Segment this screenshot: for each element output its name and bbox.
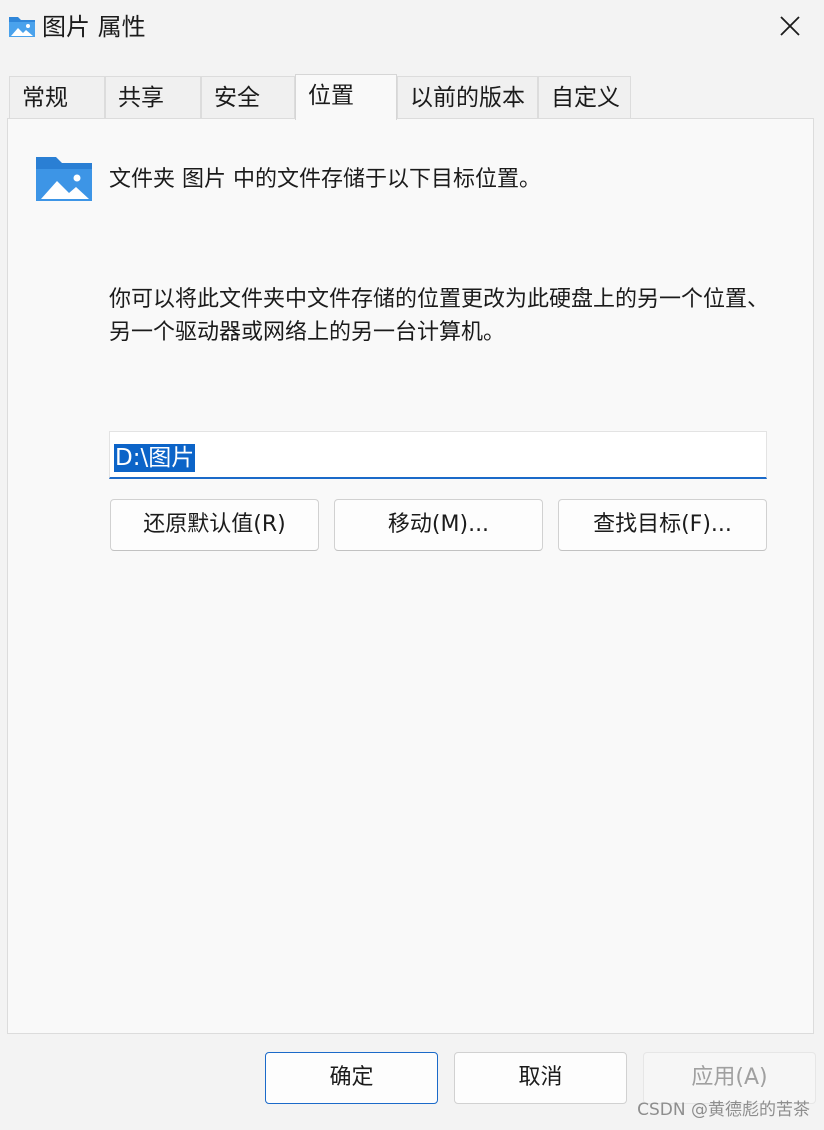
tab-general[interactable]: 常规 — [9, 76, 105, 118]
pictures-folder-icon — [8, 14, 36, 38]
move-button[interactable]: 移动(M)... — [334, 499, 543, 551]
ok-button[interactable]: 确定 — [265, 1052, 438, 1104]
tab-customize[interactable]: 自定义 — [538, 76, 631, 118]
pictures-folder-icon — [35, 155, 93, 203]
tab-previous-versions[interactable]: 以前的版本 — [397, 76, 538, 118]
target-path-value: D:\图片 — [114, 444, 196, 472]
location-intro-text: 文件夹 图片 中的文件存储于以下目标位置。 — [109, 167, 541, 192]
close-button[interactable] — [766, 6, 814, 50]
cancel-button[interactable]: 取消 — [454, 1052, 627, 1104]
location-panel: 文件夹 图片 中的文件存储于以下目标位置。 你可以将此文件夹中文件存储的位置更改… — [7, 118, 814, 1034]
target-path-input[interactable]: D:\图片 — [109, 431, 767, 479]
watermark-text: CSDN @黄德彪的苦茶 — [637, 1100, 810, 1120]
find-target-button[interactable]: 查找目标(F)... — [558, 499, 767, 551]
restore-default-button[interactable]: 还原默认值(R) — [110, 499, 319, 551]
tab-sharing[interactable]: 共享 — [105, 76, 201, 118]
location-description: 你可以将此文件夹中文件存储的位置更改为此硬盘上的另一个位置、另一个驱动器或网络上… — [109, 287, 770, 345]
tab-location[interactable]: 位置 — [295, 74, 397, 120]
window-title: 图片 属性 — [42, 13, 146, 41]
properties-dialog: 图片 属性 常规 共享 安全 位置 以前的版本 自定义 文件夹 图片 中的文件存… — [0, 0, 824, 1130]
apply-button[interactable]: 应用(A) — [643, 1052, 816, 1104]
close-icon — [779, 15, 801, 41]
title-bar: 图片 属性 — [0, 0, 824, 56]
tab-security[interactable]: 安全 — [201, 76, 295, 118]
